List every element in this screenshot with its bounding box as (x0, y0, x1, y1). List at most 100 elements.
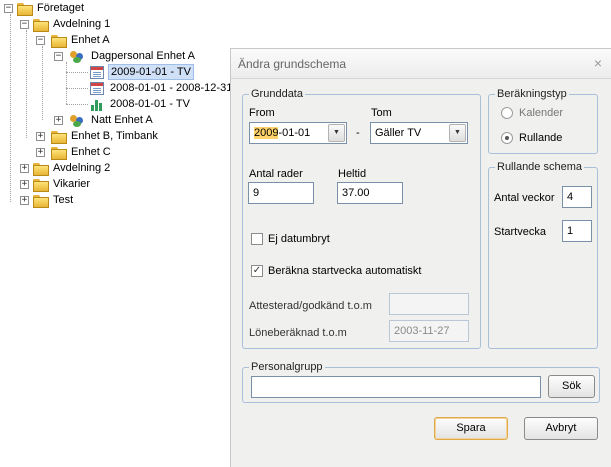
tree-item-schedule-2008-tv[interactable]: 2008-01-01 - TV (90, 96, 192, 112)
personalgrupp-legend: Personalgrupp (249, 361, 325, 373)
attesterad-label: Attesterad/godkänd t.o.m (249, 300, 372, 312)
check-icon: ✓ (251, 265, 263, 277)
personalgrupp-group: Personalgrupp Sök (242, 361, 600, 403)
tree-connector (66, 62, 67, 104)
folder-icon (50, 145, 67, 160)
tree-item-test[interactable]: Test (32, 192, 75, 208)
tree-item-label: Dagpersonal Enhet A (91, 50, 195, 62)
tree-item-natt-enhet-a[interactable]: Natt Enhet A (70, 112, 155, 128)
tree-item-avdelning-2[interactable]: Avdelning 2 (32, 160, 112, 176)
ej-datumbryt-label: Ej datumbryt (268, 233, 330, 245)
checkbox-box (251, 233, 263, 245)
tree-item-label: 2008-01-01 - 2008-12-31 (110, 82, 233, 94)
tree-item-schedule-2008-range[interactable]: 2008-01-01 - 2008-12-31 (90, 80, 234, 96)
collapse-toggle[interactable]: − (54, 52, 63, 61)
from-year-selected: 2009 (254, 127, 279, 139)
folder-icon (32, 161, 49, 176)
loneberaknad-input: 2003-11-27 (389, 320, 469, 342)
rullande-schema-group: Rullande schema Antal veckor 4 Startveck… (488, 161, 598, 349)
folder-icon (16, 1, 33, 16)
startvecka-input[interactable]: 1 (562, 220, 592, 242)
tree-item-label: Enhet C (71, 146, 111, 158)
people-icon (70, 49, 86, 63)
collapse-toggle[interactable]: − (4, 4, 13, 13)
organization-tree: − Företaget − Avdelning 1 − Enhet A − Da… (0, 0, 232, 467)
expand-toggle[interactable]: + (54, 116, 63, 125)
avbryt-button[interactable]: Avbryt (524, 417, 598, 440)
tree-item-label: 2008-01-01 - TV (110, 98, 190, 110)
tree-connector (42, 46, 43, 120)
collapse-toggle[interactable]: − (20, 20, 29, 29)
antal-veckor-input[interactable]: 4 (562, 186, 592, 208)
tree-connector (66, 72, 88, 73)
tree-item-label: 2009-01-01 - TV (108, 64, 194, 80)
expand-toggle[interactable]: + (36, 148, 45, 157)
expand-toggle[interactable]: + (20, 196, 29, 205)
radio-dot-selected (501, 132, 513, 144)
from-label: From (249, 107, 275, 119)
personalgrupp-input[interactable] (251, 376, 541, 398)
ej-datumbryt-checkbox[interactable]: Ej datumbryt (251, 233, 330, 245)
kalender-radio[interactable]: Kalender (501, 107, 563, 119)
tree-item-enhet-a[interactable]: Enhet A (50, 32, 112, 48)
dialog-title: Ändra grundschema (238, 57, 347, 71)
tree-item-label: Natt Enhet A (91, 114, 153, 126)
from-date-rest: -01-01 (278, 127, 311, 139)
grunddata-legend: Grunddata (249, 88, 305, 100)
folder-icon (32, 177, 49, 192)
berakningstyp-group: Beräkningstyp Kalender Rullande (488, 88, 598, 154)
schedule-icon (90, 65, 104, 79)
folder-icon (32, 193, 49, 208)
berakna-startvecka-label: Beräkna startvecka automatiskt (268, 265, 422, 277)
expand-toggle[interactable]: + (36, 132, 45, 141)
chevron-down-icon[interactable]: ▼ (328, 124, 345, 142)
tom-date-combo[interactable]: Gäller TV ▼ (370, 122, 468, 144)
tree-item-label: Företaget (37, 2, 85, 14)
people-icon (70, 113, 86, 127)
berakningstyp-legend: Beräkningstyp (495, 88, 569, 100)
tree-connector (10, 14, 11, 202)
tree-item-enhet-c[interactable]: Enhet C (50, 144, 113, 160)
heltid-input[interactable]: 37.00 (337, 182, 403, 204)
grunddata-group: Grunddata From 2009-01-01 ▼ - Tom Gäller… (242, 88, 481, 349)
tom-label: Tom (371, 107, 392, 119)
tree-item-label: Avdelning 2 (53, 162, 111, 174)
sok-button[interactable]: Sök (548, 375, 595, 398)
tree-item-label: Enhet B, Timbank (71, 130, 158, 142)
tree-item-avdelning-1[interactable]: Avdelning 1 (32, 16, 112, 32)
antal-veckor-label: Antal veckor (494, 192, 555, 204)
rullande-schema-legend: Rullande schema (495, 161, 584, 173)
dialog-titlebar[interactable]: Ändra grundschema × (231, 49, 611, 79)
expand-toggle[interactable]: + (20, 164, 29, 173)
edit-schedule-dialog: Ändra grundschema × Grunddata From 2009-… (230, 48, 611, 467)
startvecka-label: Startvecka (494, 226, 546, 238)
tree-item-foretaget[interactable]: Företaget (16, 0, 86, 16)
chevron-down-icon[interactable]: ▼ (449, 124, 466, 142)
berakna-startvecka-checkbox[interactable]: ✓ Beräkna startvecka automatiskt (251, 265, 421, 277)
heltid-label: Heltid (338, 168, 367, 180)
tree-connector (26, 30, 27, 138)
tree-item-enhet-b[interactable]: Enhet B, Timbank (50, 128, 160, 144)
folder-icon (50, 129, 67, 144)
tree-connector (66, 104, 88, 105)
close-icon[interactable]: × (594, 55, 602, 71)
tree-item-label: Test (53, 194, 74, 206)
antal-rader-input[interactable]: 9 (248, 182, 314, 204)
expand-toggle[interactable]: + (20, 180, 29, 189)
tom-value: Gäller TV (375, 127, 422, 139)
spara-button[interactable]: Spara (434, 417, 508, 440)
kalender-label: Kalender (519, 107, 564, 119)
rullande-label: Rullande (519, 132, 563, 144)
schedule-icon (90, 81, 104, 95)
collapse-toggle[interactable]: − (36, 36, 45, 45)
rullande-radio[interactable]: Rullande (501, 132, 562, 144)
tree-item-dagpersonal-enhet-a[interactable]: Dagpersonal Enhet A (70, 48, 197, 64)
folder-icon (32, 17, 49, 32)
chart-icon (90, 98, 104, 111)
from-date-combo[interactable]: 2009-01-01 ▼ (249, 122, 347, 144)
attesterad-input (389, 293, 469, 315)
folder-icon (50, 33, 67, 48)
antal-rader-label: Antal rader (249, 168, 303, 180)
tree-item-vikarier[interactable]: Vikarier (32, 176, 92, 192)
tree-item-schedule-2009[interactable]: 2009-01-01 - TV (90, 64, 194, 80)
